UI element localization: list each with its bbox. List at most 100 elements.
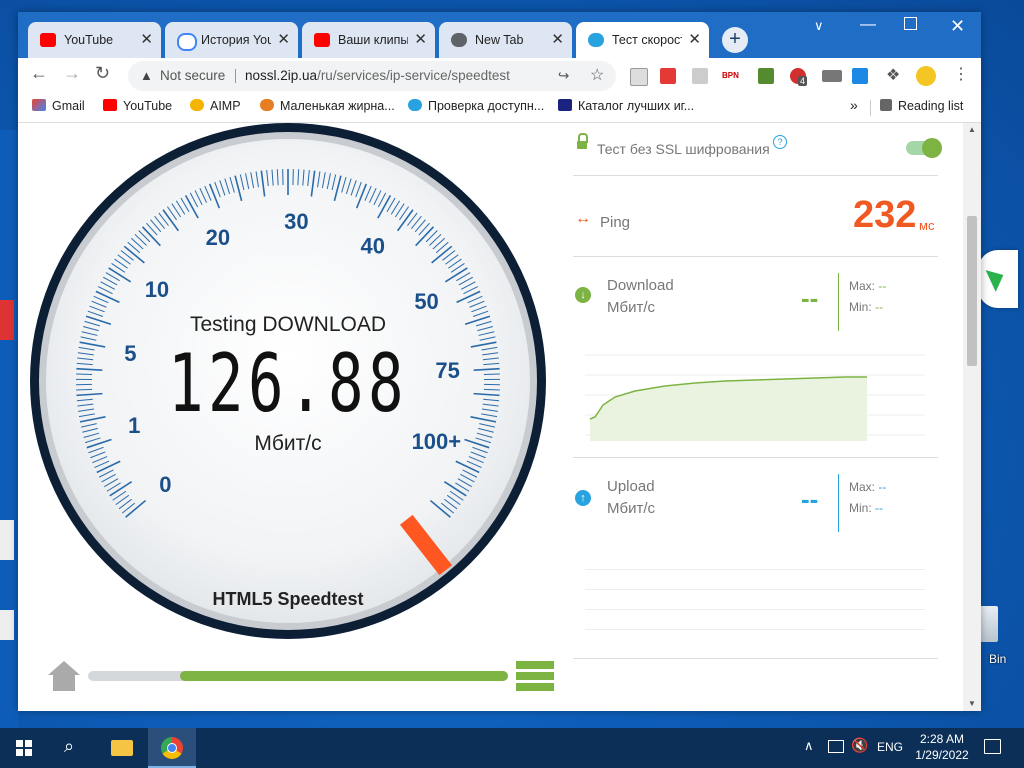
extensions-puzzle-icon[interactable]: ❖ (886, 65, 902, 84)
file-explorer-icon[interactable] (111, 740, 133, 756)
tab-label: Ваши клипы (338, 33, 408, 47)
ping-row: ↔ Ping 232 мс (573, 176, 938, 257)
gauge-tick (76, 373, 93, 376)
gauge-brand: HTML5 Speedtest (212, 589, 363, 609)
more-bookmarks-button[interactable]: » (850, 97, 858, 113)
scrollbar-down-arrow[interactable]: ▼ (968, 699, 976, 708)
search-icon[interactable]: ⌕ (64, 736, 74, 757)
extension-icon-1[interactable] (630, 68, 648, 86)
network-icon[interactable] (828, 740, 844, 753)
floating-extension-widget[interactable] (978, 250, 1018, 308)
toggle-knob (922, 138, 942, 158)
warning-icon[interactable]: ▲ (140, 61, 153, 91)
bookmark-4[interactable]: Маленькая жирна... (260, 99, 395, 113)
close-window-button[interactable]: ✕ (950, 16, 965, 37)
extension-icon-8[interactable] (852, 68, 868, 84)
browser-window: YouTube ✕ История You ✕ Ваши клипы ✕ New Tab ✕ Т… (18, 12, 981, 711)
gauge-tick (483, 373, 500, 376)
gmail-icon (32, 99, 46, 111)
extension-icon-6[interactable]: 4 (790, 68, 808, 86)
download-max: Max: -- (849, 279, 887, 293)
bookmark-youtube[interactable]: YouTube (103, 99, 172, 113)
gauge-tick-label: 1 (128, 413, 140, 438)
tab-close-icon[interactable]: ✕ (277, 22, 290, 58)
forward-button[interactable]: → (63, 63, 81, 84)
notification-icon[interactable] (984, 739, 1001, 754)
download-graph (585, 354, 925, 441)
start-button[interactable] (16, 740, 32, 756)
ssl-label: Тест без SSL шифрования (597, 141, 770, 157)
bookmark-5[interactable]: Проверка доступн... (408, 99, 544, 113)
maximize-button[interactable] (904, 17, 917, 35)
chrome-taskbar-button[interactable] (148, 728, 196, 768)
profile-avatar[interactable] (916, 66, 936, 86)
extension-icon-5[interactable] (758, 68, 774, 84)
tray-overflow-icon[interactable]: ∧ (804, 738, 814, 754)
aimp-icon (190, 99, 204, 111)
extension-icon-vpn[interactable]: BPN (722, 68, 742, 84)
tab-search-chevron-icon[interactable]: ∨ (814, 18, 824, 34)
download-unit: Мбит/с (607, 299, 656, 316)
bookmark-star-icon[interactable]: ☆ (590, 61, 604, 91)
scrollbar-up-arrow[interactable]: ▲ (968, 125, 976, 134)
youtube-icon (314, 33, 330, 47)
tab-1[interactable]: YouTube ✕ (28, 22, 161, 58)
desktop-icon-fragment-3[interactable] (0, 610, 14, 640)
lock-shackle (578, 133, 588, 143)
address-bar[interactable]: ▲ Not secure nossl.2ip.ua/ru/services/ip… (128, 61, 616, 91)
extension-icon-2[interactable] (660, 68, 676, 84)
ping-arrows-icon: ↔ (575, 210, 591, 227)
gauge-tick-label: 20 (206, 225, 230, 250)
share-icon[interactable]: ↪ (558, 61, 569, 91)
download-icon: ↓ (575, 287, 591, 303)
tab-4[interactable]: New Tab ✕ (439, 22, 572, 58)
bookmark-gmail[interactable]: Gmail (32, 99, 85, 113)
download-min: Min: -- (849, 300, 884, 314)
gauge-value: 126.88 (168, 337, 408, 430)
catalog-icon (558, 99, 572, 111)
url-text[interactable]: nossl.2ip.ua/ru/services/ip-service/spee… (245, 61, 510, 91)
tab-label: История You (201, 33, 271, 47)
home-icon[interactable] (48, 661, 80, 693)
language-indicator[interactable]: ENG (877, 740, 903, 754)
ssl-toggle[interactable] (906, 138, 942, 158)
extension-icon-7[interactable] (822, 70, 842, 82)
menu-kebab-icon[interactable]: ⋮ (953, 64, 969, 83)
help-icon[interactable]: ? (773, 135, 787, 149)
upload-divider (838, 474, 839, 532)
scrollbar[interactable]: ▲ ▼ (963, 123, 981, 711)
gauge-status: Testing DOWNLOAD (190, 313, 386, 336)
bookmark-aimp[interactable]: AIMP (190, 99, 241, 113)
reading-list-button[interactable]: Reading list (880, 99, 963, 113)
scrollbar-thumb[interactable] (967, 216, 977, 366)
gauge-tick-label: 5 (124, 341, 136, 366)
bookmarks-divider (870, 100, 871, 116)
tab-2[interactable]: История You ✕ (165, 22, 298, 58)
security-label[interactable]: Not secure (160, 61, 225, 91)
upload-value: -- (801, 484, 819, 514)
clock-time: 2:28 AM (919, 732, 965, 746)
tab-5[interactable]: Тест скорост ✕ (576, 22, 709, 58)
browser-toolbar: ← → ↻ ▲ Not secure nossl.2ip.ua/ru/servi… (18, 58, 981, 94)
download-label: Download (607, 277, 674, 294)
tab-close-icon[interactable]: ✕ (688, 22, 701, 58)
new-tab-button[interactable]: + (722, 27, 748, 53)
tab-close-icon[interactable]: ✕ (140, 22, 153, 58)
server-list-icon[interactable] (516, 661, 554, 693)
minimize-button[interactable]: — (860, 16, 876, 34)
tab-3[interactable]: Ваши клипы ✕ (302, 22, 435, 58)
clock[interactable]: 2:28 AM 1/29/2022 (908, 731, 976, 763)
back-button[interactable]: ← (30, 63, 48, 84)
page-content: 0 1 5 10 20 30 40 50 75 100+ Testing DOWNLOAD 126… (18, 123, 963, 711)
desktop-icon-fragment-2[interactable] (0, 520, 14, 560)
tab-close-icon[interactable]: ✕ (414, 22, 427, 58)
extension-badge: 4 (798, 76, 808, 86)
extension-icon-3[interactable] (692, 68, 708, 84)
volume-muted-icon[interactable]: 🔇 (851, 737, 868, 754)
tab-close-icon[interactable]: ✕ (551, 22, 564, 58)
gauge-tick-label: 0 (159, 472, 171, 497)
reload-button[interactable]: ↻ (95, 63, 110, 84)
desktop-icon-fragment[interactable] (0, 300, 14, 340)
title-bar: YouTube ✕ История You ✕ Ваши клипы ✕ New Tab ✕ Т… (18, 12, 981, 58)
bookmark-6[interactable]: Каталог лучших иг... (558, 99, 694, 113)
